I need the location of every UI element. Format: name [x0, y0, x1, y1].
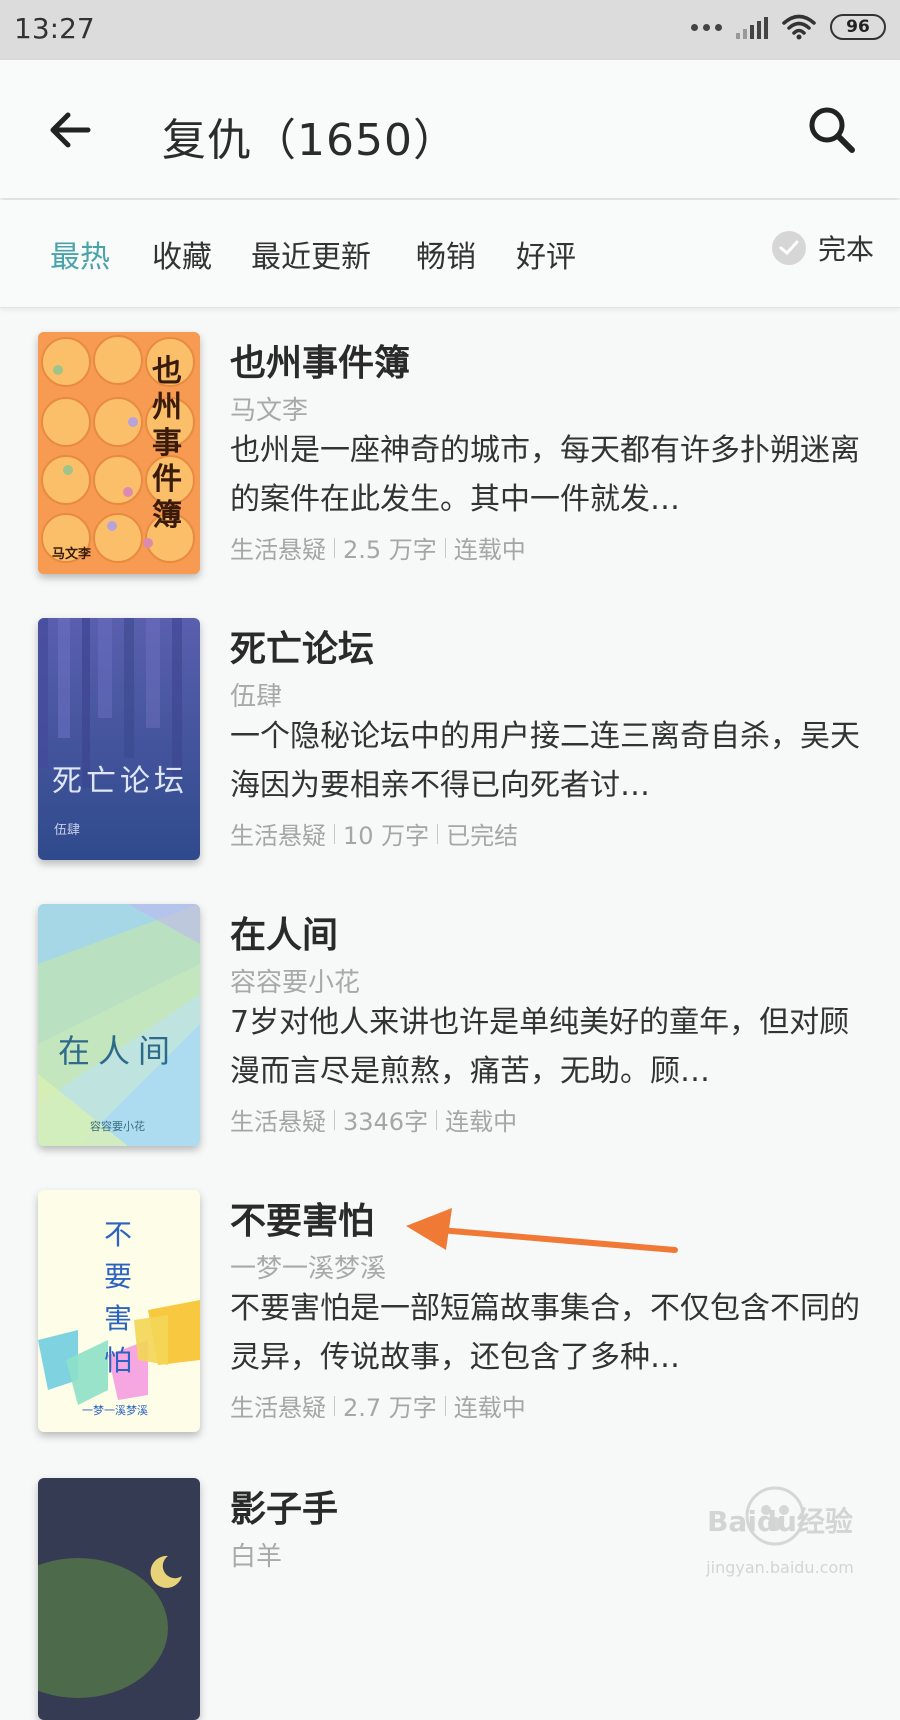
cover-author-text: 马文李 — [52, 547, 92, 562]
book-status: 已完结 — [446, 822, 519, 850]
book-list-item[interactable]: 也州事件簿 马文李 也州事件簿 马文李 也州是一座神奇的城市，每天都有许多扑朔迷… — [0, 332, 900, 602]
back-button[interactable] — [40, 100, 100, 160]
book-description: 7岁对他人来讲也许是单纯美好的童年，但对顾漫而言尽是煎熬，痛苦，无助。顾… — [230, 1005, 850, 1089]
book-status: 连载中 — [453, 1394, 526, 1422]
book-word-count: 2.7 万字 — [343, 1394, 437, 1422]
book-meta: 生活悬疑 3346字 连载中 — [230, 1102, 517, 1137]
book-status: 连载中 — [453, 536, 526, 564]
book-cover — [38, 1478, 200, 1720]
book-word-count: 2.5 万字 — [343, 536, 437, 564]
book-list-item[interactable]: 死亡论坛 伍肆 死亡论坛 伍肆 一个隐秘论坛中的用户接二连三离奇自杀，吴天海因为… — [0, 618, 900, 888]
book-author: 马文李 — [230, 396, 309, 426]
status-icons: 96 — [691, 14, 886, 40]
book-list-item[interactable]: 在人间 容容要小花 在人间 容容要小花 7岁对他人来讲也许是单纯美好的童年，但对… — [0, 904, 900, 1174]
filter-tab-favorites[interactable]: 收藏 — [152, 232, 212, 276]
book-title: 不要害怕 — [230, 1201, 375, 1242]
search-icon — [809, 107, 855, 153]
book-category: 生活悬疑 — [230, 536, 326, 564]
cover-title-text: 也州事件簿 — [152, 354, 182, 533]
filter-tab-hottest[interactable]: 最热 — [50, 232, 110, 276]
complete-filter-label: 完本 — [817, 233, 874, 266]
cover-title-text: 不要害怕 — [104, 1218, 133, 1377]
book-meta: 生活悬疑 2.7 万字 连载中 — [230, 1388, 526, 1423]
more-dots-icon — [691, 23, 722, 31]
app-bar: 复仇（1650） — [0, 60, 900, 198]
book-category: 生活悬疑 — [230, 1394, 326, 1422]
filter-tab-bestseller[interactable]: 畅销 — [416, 232, 476, 276]
wifi-icon — [782, 14, 816, 40]
status-bar: 13:27 96 — [0, 0, 900, 60]
cover-title-text: 在人间 — [58, 1032, 179, 1070]
book-title: 死亡论坛 — [230, 629, 375, 670]
book-cover: 在人间 容容要小花 — [38, 904, 200, 1146]
book-title: 影子手 — [230, 1489, 339, 1530]
book-word-count: 3346字 — [343, 1108, 429, 1136]
book-author: 伍肆 — [230, 682, 283, 712]
cover-title-text: 死亡论坛 — [52, 764, 188, 799]
filter-bar: 最热 收藏 最近更新 畅销 好评 完本 — [0, 200, 900, 308]
book-author: 容容要小花 — [230, 968, 361, 998]
book-cover: 也州事件簿 马文李 — [38, 332, 200, 574]
check-icon — [771, 231, 806, 265]
baidu-watermark: Baidu经验 jingyan.baidu.com — [680, 1480, 880, 1590]
annotation-arrow-icon — [406, 1208, 678, 1253]
book-category: 生活悬疑 — [230, 822, 326, 850]
book-title: 也州事件簿 — [230, 343, 411, 384]
book-category: 生活悬疑 — [230, 1108, 326, 1136]
battery-icon: 96 — [830, 14, 886, 40]
filter-tab-top-rated[interactable]: 好评 — [516, 232, 576, 276]
cover-author-text: 容容要小花 — [90, 1120, 145, 1133]
book-description: 也州是一座神奇的城市，每天都有许多扑朔迷离的案件在此发生。其中一件就发… — [230, 433, 860, 517]
status-time: 13:27 — [14, 12, 95, 45]
cell-signal-icon — [736, 15, 768, 39]
complete-filter-toggle[interactable]: 完本 — [771, 228, 874, 268]
book-word-count: 10 万字 — [343, 822, 430, 850]
book-meta: 生活悬疑 10 万字 已完结 — [230, 816, 518, 851]
book-cover: 不要害怕 一梦一溪梦溪 — [38, 1190, 200, 1432]
search-button[interactable] — [800, 98, 864, 162]
book-author: 白羊 — [230, 1542, 283, 1572]
book-status: 连载中 — [445, 1108, 518, 1136]
book-cover: 死亡论坛 伍肆 — [38, 618, 200, 860]
book-title: 在人间 — [230, 915, 339, 956]
book-description: 一个隐秘论坛中的用户接二连三离奇自杀，吴天海因为要相亲不得已向死者讨… — [230, 719, 860, 803]
cover-author-text: 伍肆 — [54, 823, 81, 838]
book-description: 不要害怕是一部短篇故事集合，不仅包含不同的灵异，传说故事，还包含了多种… — [230, 1291, 860, 1375]
page-title: 复仇（1650） — [162, 115, 458, 166]
watermark-brand: Baidu经验 — [707, 1505, 853, 1538]
back-arrow-icon — [50, 112, 91, 148]
book-meta: 生活悬疑 2.5 万字 连载中 — [230, 530, 526, 565]
cover-author-text: 一梦一溪梦溪 — [82, 1404, 148, 1417]
watermark-url: jingyan.baidu.com — [706, 1558, 854, 1577]
book-author: 一梦一溪梦溪 — [230, 1254, 387, 1284]
filter-tab-recent-update[interactable]: 最近更新 — [251, 232, 371, 276]
